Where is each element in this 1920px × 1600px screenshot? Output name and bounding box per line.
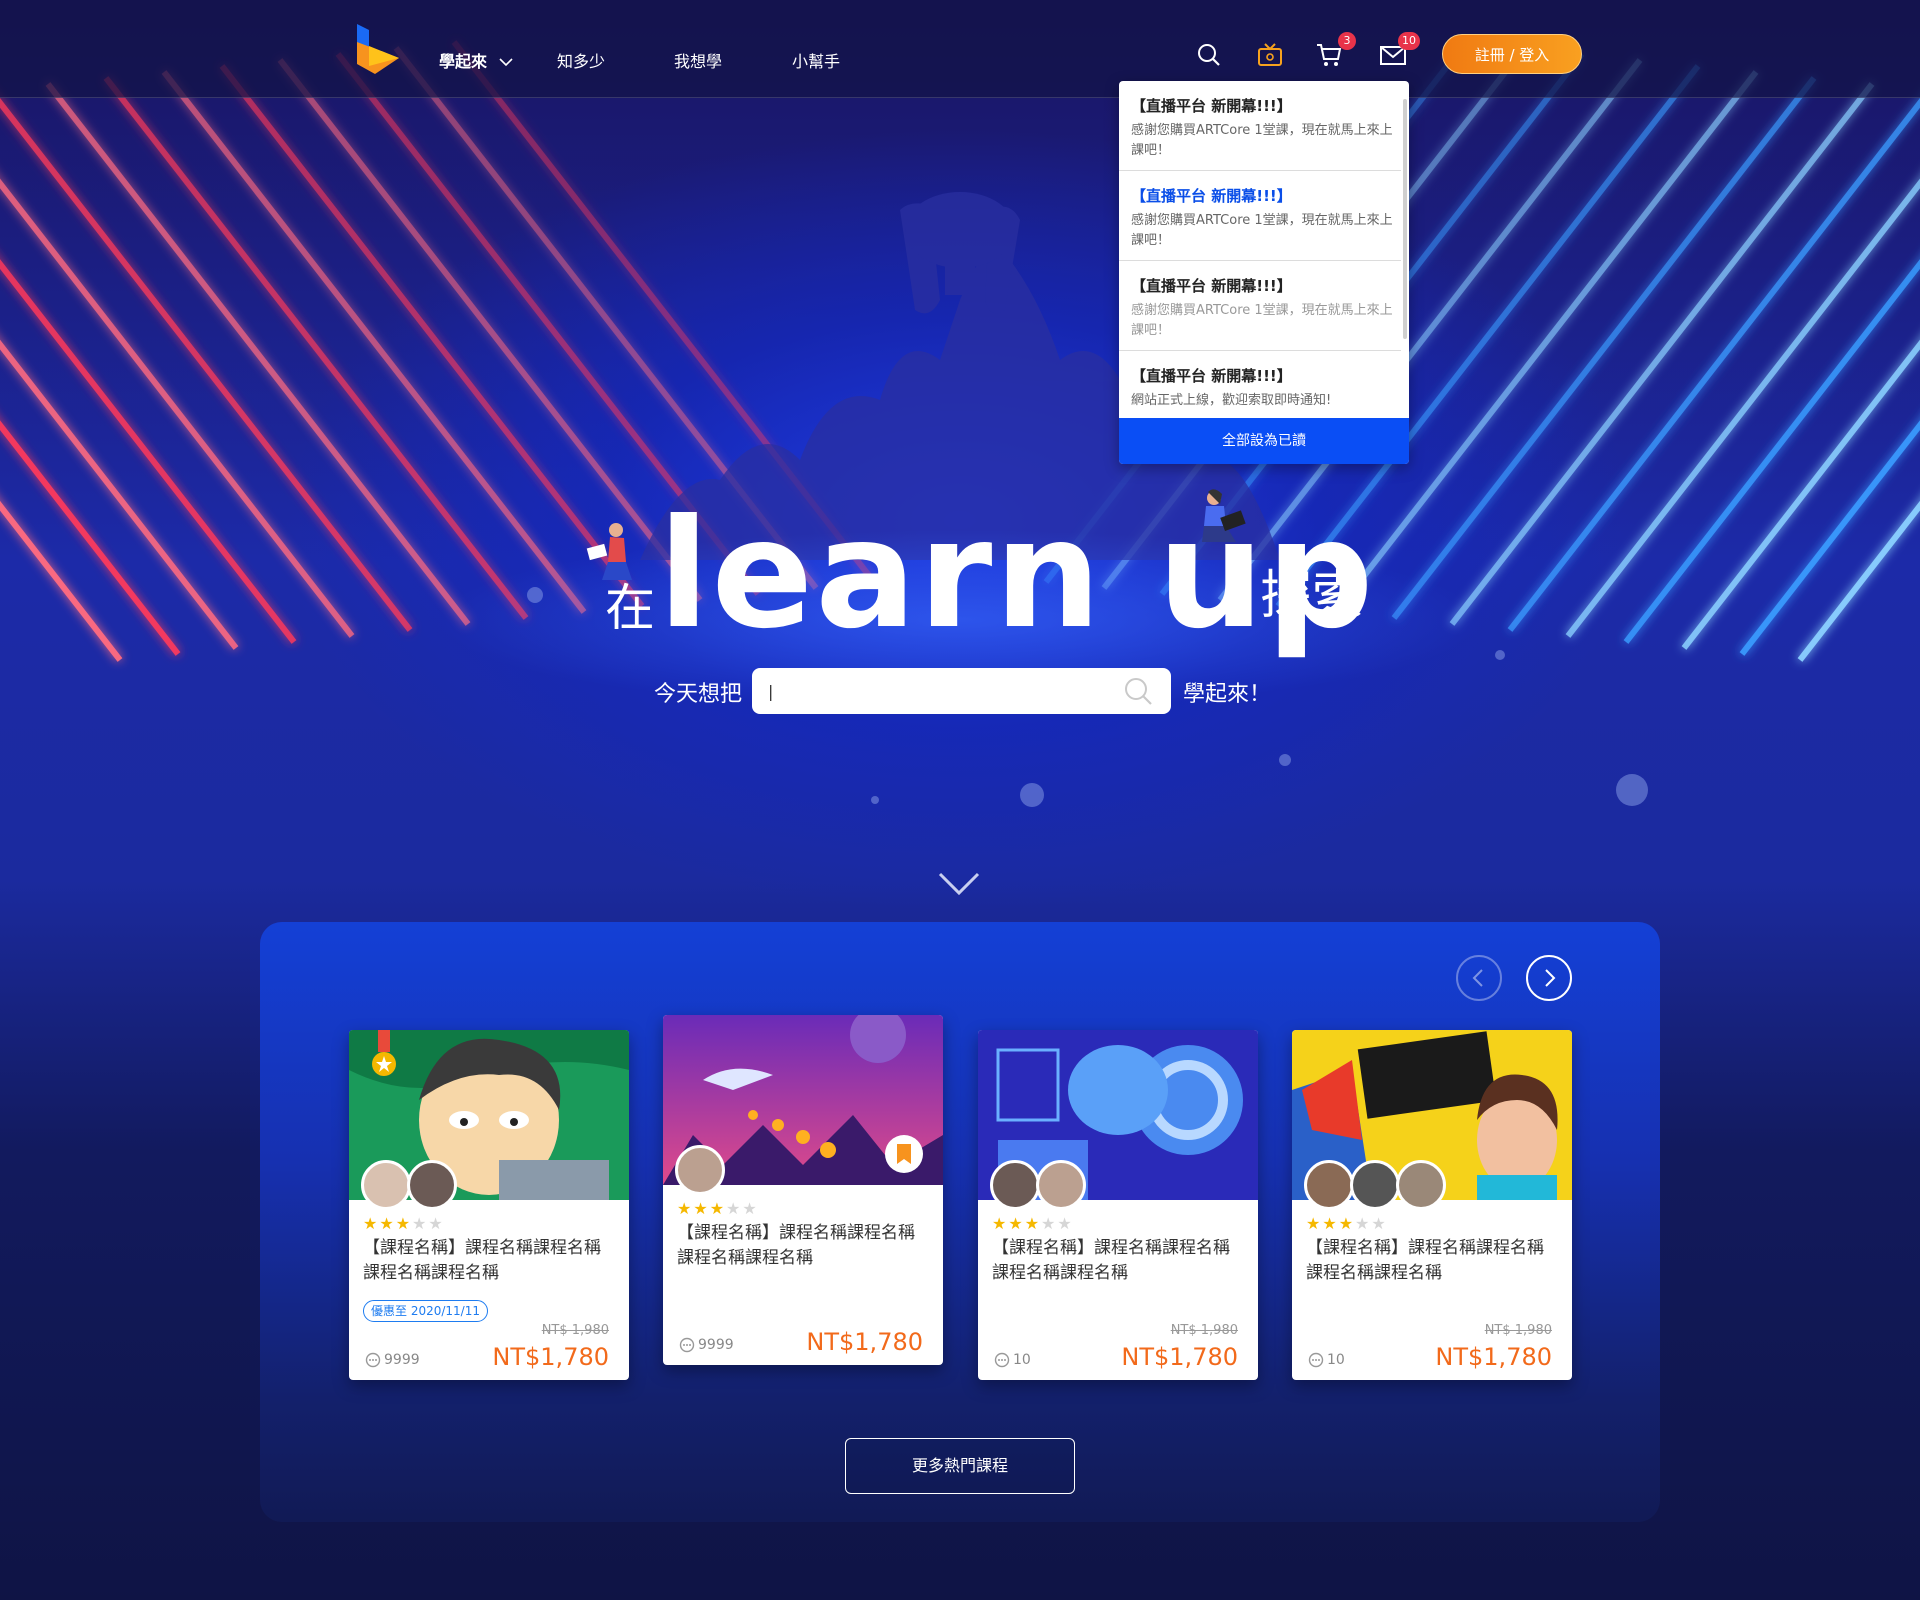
carousel-next-button[interactable] — [1526, 955, 1572, 1001]
search-suffix-label: 學起來！ — [1183, 682, 1272, 707]
avatar[interactable] — [361, 1160, 411, 1210]
notification-item[interactable]: 【直播平台 新開幕!!!】 感謝您購買ARTCore 1堂課，現在就馬上來上課吧… — [1119, 171, 1401, 261]
course-card[interactable]: ★★★★★ 【課程名稱】課程名稱課程名稱課程名稱課程名稱 優惠至 2020/11… — [349, 1030, 629, 1380]
notification-dropdown: 【直播平台 新開幕!!!】 感謝您購買ARTCore 1堂課，現在就馬上來上課吧… — [1119, 81, 1409, 464]
rating-stars: ★★★★★ — [1306, 1214, 1388, 1233]
notification-body: 感謝您購買ARTCore 1堂課，現在就馬上來上課吧！ — [1131, 303, 1393, 338]
comment-count-value: 10 — [1327, 1352, 1345, 1368]
rating-stars: ★★★★★ — [992, 1214, 1074, 1233]
comment-icon — [1308, 1352, 1324, 1368]
avatar[interactable] — [1350, 1160, 1400, 1210]
notification-item[interactable]: 【直播平台 新開幕!!!】 感謝您購買ARTCore 1堂課，現在就馬上來上課吧… — [1119, 261, 1401, 351]
course-title: 【課程名稱】課程名稱課程名稱課程名稱課程名稱 — [1306, 1238, 1544, 1283]
comment-count: 9999 — [679, 1337, 734, 1353]
hero-prefix-text: 在 — [605, 579, 655, 637]
course-title: 【課程名稱】課程名稱課程名稱課程名稱課程名稱 — [363, 1238, 601, 1283]
rating-stars: ★★★★★ — [363, 1214, 445, 1233]
course-title: 【課程名稱】課程名稱課程名稱課程名稱課程名稱 — [992, 1238, 1230, 1283]
more-popular-courses-button[interactable]: 更多熱門課程 — [845, 1438, 1075, 1494]
nav-item-wishlist[interactable]: 我想學 — [674, 48, 722, 72]
notification-body: 網站正式上線，歡迎索取即時通知! — [1131, 393, 1332, 408]
mail-button[interactable]: 10 — [1380, 32, 1420, 68]
nav-item-knowledge[interactable]: 知多少 — [557, 48, 605, 72]
avatar[interactable] — [1304, 1160, 1354, 1210]
nav-item-learn[interactable]: 學起來 — [439, 48, 513, 72]
avatar[interactable] — [407, 1160, 457, 1210]
hero-suffix-text: 探索 — [1260, 566, 1365, 626]
mark-all-read-button[interactable]: 全部設為已讀 — [1119, 418, 1409, 464]
search-prefix-label: 今天想把 — [654, 682, 743, 707]
top-navbar: 學起來 知多少 我想學 小幫手 3 10 註冊 / 登入 — [0, 0, 1920, 98]
carousel-prev-button[interactable] — [1456, 955, 1502, 1001]
course-price: NT$1,780 — [492, 1343, 609, 1371]
chevron-left-icon — [1472, 969, 1483, 987]
original-price: NT$ 1,980 — [1484, 1323, 1552, 1338]
avatar[interactable] — [675, 1145, 725, 1195]
comment-icon — [365, 1352, 381, 1368]
course-card[interactable]: ★★★★★ 【課程名稱】課程名稱課程名稱課程名稱課程名稱 NT$1,780 99… — [663, 1015, 943, 1365]
promo-badge: 優惠至 2020/11/11 — [363, 1300, 488, 1322]
notification-title: 【直播平台 新開幕!!!】 — [1131, 367, 1292, 385]
course-price: NT$1,780 — [806, 1328, 923, 1356]
original-price: NT$ 1,980 — [541, 1323, 609, 1338]
scroll-down-chevron-icon[interactable] — [938, 872, 980, 896]
course-price: NT$1,780 — [1435, 1343, 1552, 1371]
bookmark-icon[interactable] — [885, 1135, 923, 1173]
live-tv-icon[interactable] — [1257, 42, 1283, 68]
avatar[interactable] — [1396, 1160, 1446, 1210]
medal-icon — [372, 1030, 396, 1076]
course-title: 【課程名稱】課程名稱課程名稱課程名稱課程名稱 — [677, 1223, 915, 1268]
chevron-down-icon — [499, 58, 513, 67]
avatar[interactable] — [1036, 1160, 1086, 1210]
search-icon[interactable] — [1123, 676, 1153, 706]
brand-logo[interactable] — [355, 24, 401, 76]
notification-body: 感謝您購買ARTCore 1堂課，現在就馬上來上課吧！ — [1131, 213, 1393, 248]
cart-button[interactable]: 3 — [1316, 32, 1356, 68]
nav-item-label: 學起來 — [439, 52, 488, 71]
search-icon[interactable] — [1196, 42, 1222, 68]
course-card[interactable]: ★★★★★ 【課程名稱】課程名稱課程名稱課程名稱課程名稱 NT$ 1,980 N… — [1292, 1030, 1572, 1380]
rating-stars: ★★★★★ — [677, 1199, 759, 1218]
comment-count-value: 9999 — [698, 1337, 734, 1353]
original-price: NT$ 1,980 — [1170, 1323, 1238, 1338]
nav-item-helper[interactable]: 小幫手 — [792, 48, 840, 72]
avatar[interactable] — [990, 1160, 1040, 1210]
course-search-input[interactable] — [752, 668, 1171, 714]
notification-title: 【直播平台 新開幕!!!】 — [1131, 97, 1292, 115]
mail-count-badge: 10 — [1398, 32, 1420, 50]
notification-scrollbar[interactable] — [1403, 99, 1407, 339]
notification-title: 【直播平台 新開幕!!!】 — [1131, 277, 1292, 295]
comment-count-value: 10 — [1013, 1352, 1031, 1368]
chevron-right-icon — [1545, 969, 1556, 987]
comment-icon — [679, 1337, 695, 1353]
notification-item[interactable]: 【直播平台 新開幕!!!】 感謝您購買ARTCore 1堂課，現在就馬上來上課吧… — [1119, 81, 1401, 171]
course-price: NT$1,780 — [1121, 1343, 1238, 1371]
course-card[interactable]: ★★★★★ 【課程名稱】課程名稱課程名稱課程名稱課程名稱 NT$ 1,980 N… — [978, 1030, 1258, 1380]
comment-icon — [994, 1352, 1010, 1368]
login-register-button[interactable]: 註冊 / 登入 — [1442, 34, 1582, 74]
cart-icon — [1317, 44, 1342, 66]
comment-count-value: 9999 — [384, 1352, 420, 1368]
notification-title: 【直播平台 新開幕!!!】 — [1131, 187, 1292, 205]
comment-count: 10 — [994, 1352, 1031, 1368]
comment-count: 10 — [1308, 1352, 1345, 1368]
cart-count-badge: 3 — [1338, 32, 1356, 50]
comment-count: 9999 — [365, 1352, 420, 1368]
notification-body: 感謝您購買ARTCore 1堂課，現在就馬上來上課吧！ — [1131, 123, 1393, 158]
